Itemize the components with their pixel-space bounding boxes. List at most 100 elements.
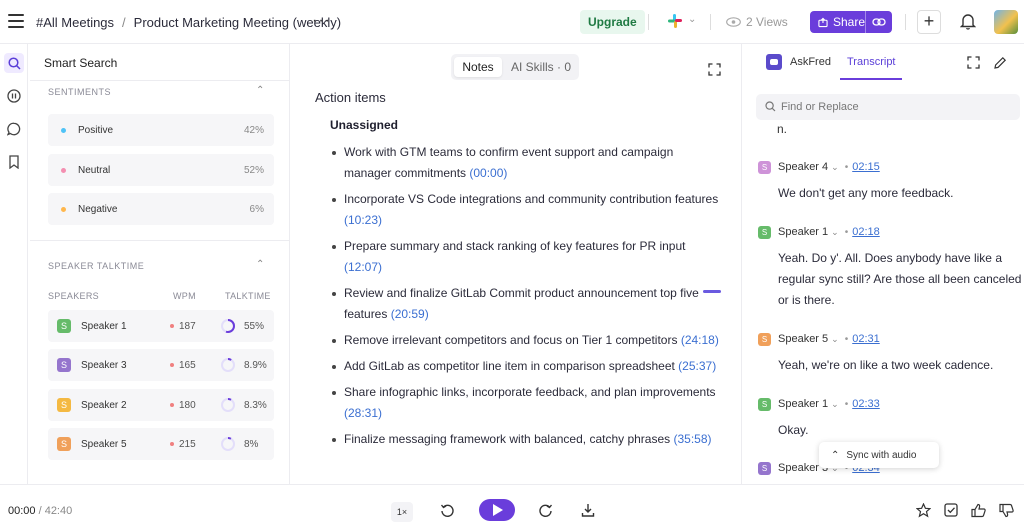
chevron-up-icon[interactable]: ⌃ [256,85,264,96]
active-tab-underline [840,78,902,80]
thumbs-up-icon[interactable] [971,503,986,518]
menu-icon[interactable] [8,14,24,28]
action-item[interactable]: Add GitLab as competitor line item in co… [331,356,721,377]
right-panel-tabs: AskFred Transcript [742,44,1024,80]
views-count: 2 Views [746,15,788,29]
speaker-name[interactable]: Speaker 4 [778,161,828,173]
sentiments-title: SENTIMENTS [48,87,112,97]
timestamp-link[interactable]: 02:18 [852,226,880,238]
action-item[interactable]: Review and finalize GitLab Commit produc… [331,283,721,325]
star-icon[interactable] [916,503,931,518]
add-button[interactable]: + [917,10,941,34]
search-icon [765,101,776,112]
action-item-text: Finalize messaging framework with balanc… [344,432,674,446]
divider [30,80,289,81]
notes-tab-switcher: Notes AI Skills · 0 [451,54,579,80]
bookmark-icon[interactable] [4,152,24,172]
player-bar: 00:00 / 42:40 1× [0,484,1024,529]
meeting-title[interactable]: Product Marketing Meeting (weekly) [134,15,341,30]
separator-dot: • [844,227,849,238]
speaker-talktime: 55% [244,321,265,332]
speaker-talktime: 8% [244,439,259,450]
breadcrumb-all-meetings[interactable]: #All Meetings [36,15,114,30]
sync-with-audio-button[interactable]: ⌃ Sync with audio [819,442,939,468]
sentiment-row-negative[interactable]: Negative 6% [48,193,274,225]
action-item-text: Remove irrelevant competitors and focus … [344,333,681,347]
edit-icon[interactable] [993,56,1007,70]
chevron-down-icon[interactable]: ⌄ [688,14,696,25]
download-icon[interactable] [581,503,595,517]
chevron-down-icon[interactable]: ⌄ [831,399,839,409]
checkbox-icon[interactable] [944,503,958,517]
expand-icon[interactable] [708,63,721,76]
speaker-row[interactable]: S Speaker 3 165 8.9% [48,349,274,381]
action-item-text: Add GitLab as competitor line item in co… [344,359,679,373]
tab-ai-skills[interactable]: AI Skills · 0 [511,60,571,74]
sentiment-row-neutral[interactable]: Neutral 52% [48,154,274,186]
speaker-row[interactable]: S Speaker 1 187 55% [48,310,274,342]
sentiment-dot [61,128,66,133]
chevron-down-icon[interactable]: ⌄ [831,334,839,344]
views-indicator[interactable]: 2 Views [726,15,788,29]
wpm-column-header: WPM [173,291,196,301]
search-icon[interactable] [4,53,24,73]
action-item[interactable]: Incorporate VS Code integrations and com… [331,189,721,231]
action-item-timestamp[interactable]: (00:00) [469,166,507,180]
wpm-dot [170,363,174,367]
action-item-timestamp[interactable]: (35:58) [673,432,711,446]
speaker-name[interactable]: Speaker 5 [778,333,828,345]
action-item-timestamp[interactable]: (25:37) [678,359,716,373]
separator-dot: • [844,334,849,345]
timestamp-link[interactable]: 02:31 [852,333,880,345]
play-button[interactable] [479,499,515,521]
talktime-ring [221,358,235,372]
action-item[interactable]: Prepare summary and stack ranking of key… [331,236,721,278]
tab-askfred[interactable]: AskFred [790,56,831,68]
action-item-timestamp[interactable]: (20:59) [391,307,429,321]
upgrade-button[interactable]: Upgrade [580,10,645,34]
action-item[interactable]: Finalize messaging framework with balanc… [331,429,721,450]
sentiment-pct: 6% [249,204,264,215]
action-item-timestamp[interactable]: (28:31) [344,406,382,420]
chevron-up-icon[interactable]: ⌃ [256,259,264,270]
timestamp-link[interactable]: 02:15 [852,161,880,173]
action-item-timestamp[interactable]: (12:07) [344,260,382,274]
action-item[interactable]: Work with GTM teams to confirm event sup… [331,142,721,184]
breadcrumb-separator: / [122,15,126,30]
speaker-name[interactable]: Speaker 1 [778,398,828,410]
slack-icon[interactable] [668,14,682,28]
action-item-timestamp[interactable]: (24:18) [681,333,719,347]
speaker-name[interactable]: Speaker 1 [778,226,828,238]
speaker-badge: S [57,437,71,451]
expand-icon[interactable] [967,56,980,69]
speaker-row[interactable]: S Speaker 2 180 8.3% [48,389,274,421]
tab-transcript[interactable]: Transcript [847,56,896,68]
pause-icon[interactable] [4,86,24,106]
sentiment-dot [61,207,66,212]
rewind-icon[interactable] [440,503,455,518]
talktime-ring [221,437,235,451]
action-item-timestamp[interactable]: (10:23) [344,213,382,227]
playback-speed-button[interactable]: 1× [391,502,413,522]
action-item[interactable]: Remove irrelevant competitors and focus … [331,330,721,351]
timestamp-link[interactable]: 02:33 [852,398,880,410]
speaker-name: Speaker 1 [81,321,127,332]
speaker-row[interactable]: S Speaker 5 215 8% [48,428,274,460]
find-replace-input[interactable]: Find or Replace [756,94,1020,120]
avatar[interactable] [994,10,1018,34]
share-button[interactable]: Share [810,11,892,33]
forward-icon[interactable] [538,503,553,518]
scroll-indicator[interactable] [703,290,721,293]
thumbs-down-icon[interactable] [999,503,1014,518]
copy-link-icon[interactable] [866,15,892,29]
sentiment-row-positive[interactable]: Positive 42% [48,114,274,146]
chevron-down-icon[interactable]: ⌄ [831,162,839,172]
action-item[interactable]: Share infographic links, incorporate fee… [331,382,721,424]
bell-icon[interactable] [960,13,976,30]
wpm-dot [170,442,174,446]
tab-notes[interactable]: Notes [454,57,502,77]
sentiment-label: Negative [78,204,118,215]
chat-icon[interactable] [4,119,24,139]
chevron-down-icon[interactable]: ⌄ [831,227,839,237]
more-options-button[interactable]: ··· [312,12,331,30]
